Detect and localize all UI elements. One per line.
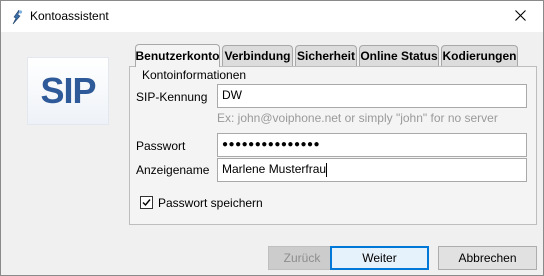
checkmark-icon: [141, 197, 152, 208]
back-button-label: Zurück: [283, 251, 321, 265]
close-button[interactable]: [497, 1, 543, 32]
back-button[interactable]: Zurück: [268, 246, 336, 270]
tab-verbindung[interactable]: Verbindung: [222, 45, 293, 66]
tab-label: Benutzerkonto: [135, 49, 220, 63]
cancel-button-label: Abbrechen: [458, 251, 517, 265]
sip-id-hint: Ex: john@voiphone.net or simply "john" f…: [217, 111, 498, 125]
close-icon: [514, 9, 526, 24]
tab-kodierungen[interactable]: Kodierungen: [441, 45, 518, 66]
dialog-window: Kontoassistent SIP Benutzerkonto Verbind…: [0, 0, 544, 276]
tab-label: Sicherheit: [296, 49, 356, 63]
sip-logo: SIP: [27, 57, 109, 125]
password-label: Passwort: [136, 139, 186, 153]
tab-label: Verbindung: [224, 49, 291, 63]
next-button[interactable]: Weiter: [330, 246, 429, 270]
password-value: ●●●●●●●●●●●●●●●: [222, 139, 321, 150]
display-name-label: Anzeigename: [136, 163, 210, 177]
tab-label: Kodierungen: [442, 49, 517, 63]
tab-sicherheit[interactable]: Sicherheit: [295, 45, 357, 66]
save-password-checkbox[interactable]: [140, 196, 153, 209]
text-cursor: [326, 162, 328, 177]
group-title: Kontoinformationen: [142, 68, 247, 82]
save-password-label: Passwort speichern: [158, 196, 263, 210]
sip-id-value: DW: [222, 88, 242, 102]
tab-online-status[interactable]: Online Status: [359, 45, 439, 66]
tab-label: Online Status: [360, 49, 438, 63]
title-bar[interactable]: Kontoassistent: [1, 1, 543, 32]
password-field[interactable]: ●●●●●●●●●●●●●●●: [217, 133, 527, 157]
sip-id-field[interactable]: DW: [217, 84, 527, 108]
cancel-button[interactable]: Abbrechen: [438, 246, 537, 270]
window-title: Kontoassistent: [30, 9, 109, 23]
sip-id-label: SIP-Kennung: [136, 90, 208, 104]
sip-logo-text: SIP: [40, 70, 96, 111]
display-name-field[interactable]: Marlene Musterfrau: [217, 158, 527, 182]
app-icon: [10, 9, 24, 25]
display-name-value: Marlene Musterfrau: [222, 162, 327, 176]
next-button-label: Weiter: [362, 251, 397, 265]
tab-benutzerkonto[interactable]: Benutzerkonto: [135, 44, 220, 67]
